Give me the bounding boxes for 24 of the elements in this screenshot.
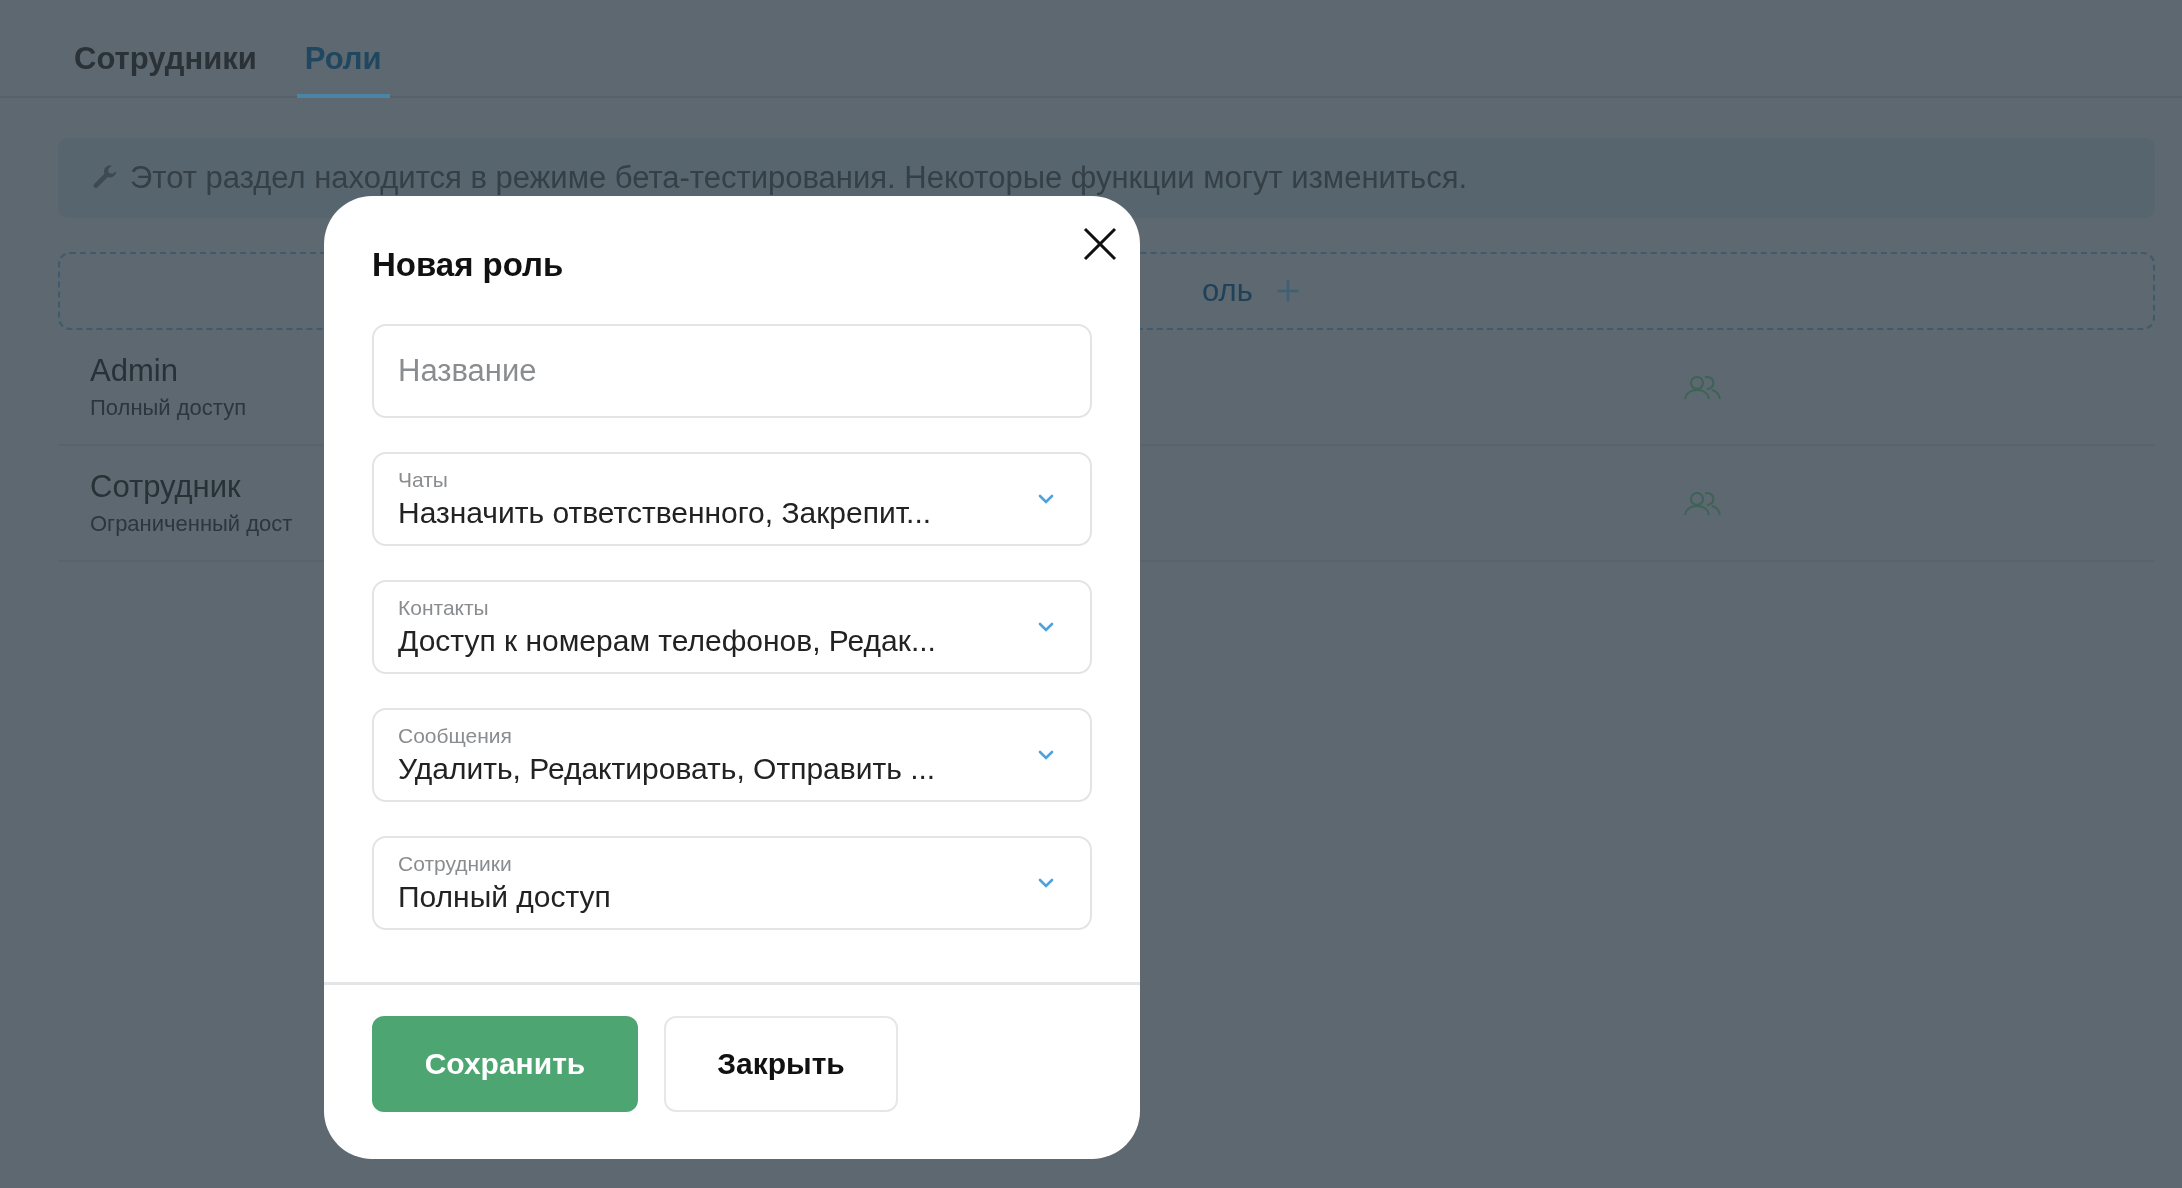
role-name: Сотрудник xyxy=(90,469,241,505)
select-label: Сообщения xyxy=(398,724,513,748)
permission-select[interactable]: Сообщения Удалить, Редактировать, Отправить ... xyxy=(372,708,1092,802)
select-value: Полный доступ xyxy=(398,880,612,914)
role-name: Admin xyxy=(90,353,178,389)
select-label: Контакты xyxy=(398,596,490,620)
chevron-down-icon xyxy=(1038,750,1054,760)
users-icon[interactable] xyxy=(1683,490,1723,516)
select-value: Назначить ответственного, Закрепит... xyxy=(398,496,933,530)
select-label: Сотрудники xyxy=(398,852,513,876)
select-label: Чаты xyxy=(398,468,449,492)
chevron-down-icon xyxy=(1038,494,1054,504)
users-icon[interactable] xyxy=(1683,374,1723,400)
select-value: Удалить, Редактировать, Отправить ... xyxy=(398,752,937,786)
name-field[interactable]: Название xyxy=(372,324,1092,418)
permission-select[interactable]: Сотрудники Полный доступ xyxy=(372,836,1092,930)
chevron-down-icon xyxy=(1038,622,1054,632)
dialog-title: Новая роль xyxy=(372,246,564,284)
permission-select[interactable]: Контакты Доступ к номерам телефонов, Редак... xyxy=(372,580,1092,674)
close-icon xyxy=(1082,226,1118,262)
chevron-down-icon xyxy=(1038,878,1054,888)
close-dialog-button[interactable]: Закрыть xyxy=(664,1016,898,1112)
select-value: Доступ к номерам телефонов, Редак... xyxy=(398,624,937,658)
permission-select[interactable]: Чаты Назначить ответственного, Закрепит... xyxy=(372,452,1092,546)
